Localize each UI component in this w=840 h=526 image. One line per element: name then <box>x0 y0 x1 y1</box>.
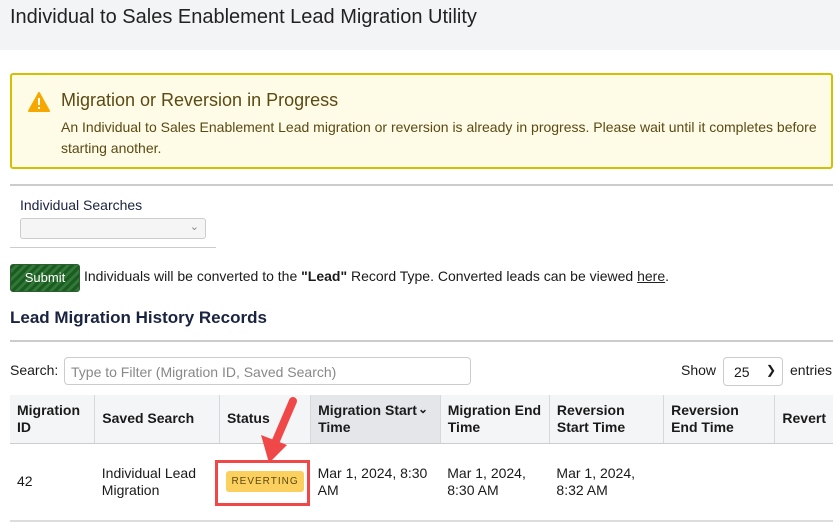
cell-revert <box>774 443 833 522</box>
submit-button[interactable]: Submit <box>10 264 80 292</box>
individual-searches-label: Individual Searches <box>20 197 143 213</box>
warning-triangle-icon <box>28 92 50 112</box>
cell-reversion-end <box>663 443 775 522</box>
search-label: Search: <box>10 362 59 378</box>
col-reversion-end[interactable]: Reversion End Time <box>663 395 776 444</box>
cell-reversion-start: Mar 1, 2024, 8:32 AM <box>549 443 664 522</box>
chevron-down-icon: ⌄ <box>189 221 199 233</box>
divider <box>10 247 216 248</box>
cell-saved-search: Individual Lead Migration <box>94 443 220 522</box>
converted-leads-link[interactable]: here <box>637 268 665 284</box>
note-text: Individuals will be converted to the <box>84 268 302 284</box>
chevron-down-icon: ❯ <box>765 363 776 377</box>
cell-id: 42 <box>10 443 95 522</box>
table-row: 42 Individual Lead Migration REVERTING M… <box>10 443 833 522</box>
col-saved-search[interactable]: Saved Search <box>94 395 220 444</box>
alert-title: Migration or Reversion in Progress <box>61 90 339 110</box>
cell-migration-start: Mar 1, 2024, 8:30 AM <box>310 443 441 522</box>
alert-message: An Individual to Sales Enablement Lead m… <box>61 119 817 156</box>
col-migration-id[interactable]: Migration ID <box>10 395 96 444</box>
note-text: . <box>665 268 670 284</box>
show-label: Show <box>681 362 717 378</box>
sort-desc-icon: ⌄ <box>418 402 429 416</box>
divider <box>10 184 833 186</box>
individual-searches-select[interactable]: ⌄ <box>20 218 206 239</box>
table-header-row: Migration ID Saved Search Status Migrati… <box>10 395 833 444</box>
note-text: Record Type. Converted leads can be view… <box>347 268 638 284</box>
history-title: Lead Migration History Records <box>10 308 267 327</box>
cell-migration-end: Mar 1, 2024, 8:30 AM <box>440 443 550 522</box>
col-reversion-start[interactable]: Reversion Start Time <box>549 395 665 444</box>
col-migration-end[interactable]: Migration End Time <box>440 395 550 444</box>
history-table: Migration ID Saved Search Status Migrati… <box>10 395 833 522</box>
entries-value: 25 <box>734 364 750 380</box>
col-revert[interactable]: Revert <box>774 395 833 444</box>
col-migration-start[interactable]: Migration Start Time ⌄ <box>310 395 441 444</box>
annotation-arrow-icon <box>261 397 297 463</box>
col-label: Migration Start Time <box>318 401 417 435</box>
page-title: Individual to Sales Enablement Lead Migr… <box>10 6 477 28</box>
entries-label: entries <box>790 362 833 378</box>
record-type: "Lead" <box>301 268 348 284</box>
progress-alert: Migration or Reversion in Progress An In… <box>10 73 833 169</box>
entries-select[interactable]: 25 ❯ <box>723 357 783 386</box>
search-input[interactable]: Type to Filter (Migration ID, Saved Sear… <box>64 357 471 385</box>
divider <box>10 340 833 342</box>
conversion-note: Individuals will be converted to the "Le… <box>84 268 669 284</box>
